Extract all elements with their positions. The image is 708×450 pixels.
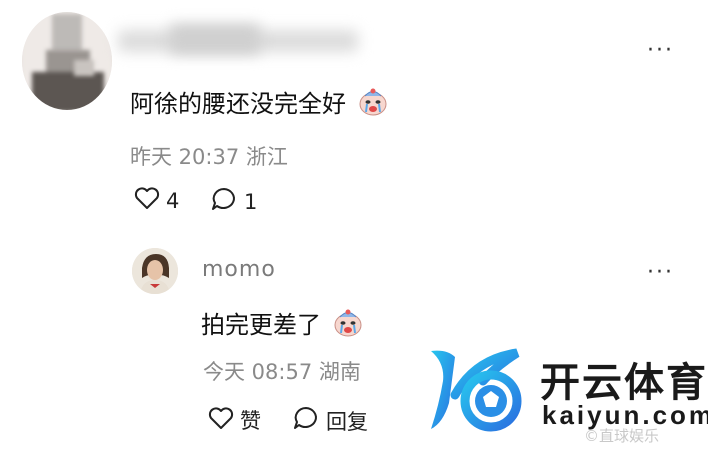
crying-clown-face-icon (358, 88, 388, 122)
like-button[interactable]: 4 (134, 186, 179, 215)
reply-more-options-icon[interactable]: ··· (647, 262, 674, 284)
comment-text: 阿徐的腰还没完全好 (130, 84, 388, 122)
reply-like-button[interactable]: 赞 (208, 405, 261, 435)
heart-icon (208, 406, 234, 435)
reply-reply-button[interactable]: 回复 (292, 405, 368, 436)
more-options-icon[interactable]: ··· (647, 40, 674, 62)
source-watermark: ©直球娱乐 (584, 427, 660, 445)
reply-count: 1 (244, 189, 258, 214)
like-count: 4 (166, 188, 180, 213)
speech-bubble-icon (292, 405, 320, 436)
crying-clown-face-icon (333, 309, 363, 343)
reply-avatar[interactable] (132, 248, 178, 294)
comment-time-location: 昨天 20:37 浙江 (130, 145, 288, 169)
kaiyun-logo-icon (425, 345, 530, 435)
reply-reply-label: 回复 (326, 409, 368, 434)
speech-bubble-icon (210, 186, 238, 217)
reply-time-location: 今天 08:57 湖南 (203, 360, 361, 384)
heart-icon (134, 186, 160, 215)
reply-username[interactable]: momo (202, 257, 276, 282)
comment-text-label: 阿徐的腰还没完全好 (130, 90, 346, 118)
blurred-username-part (170, 24, 260, 54)
commenter-avatar[interactable] (22, 12, 112, 110)
reply-count-button[interactable]: 1 (210, 186, 257, 217)
reply-text-label: 拍完更差了 (201, 311, 321, 339)
reply-like-label: 赞 (240, 409, 261, 433)
reply-text: 拍完更差了 (201, 305, 363, 343)
